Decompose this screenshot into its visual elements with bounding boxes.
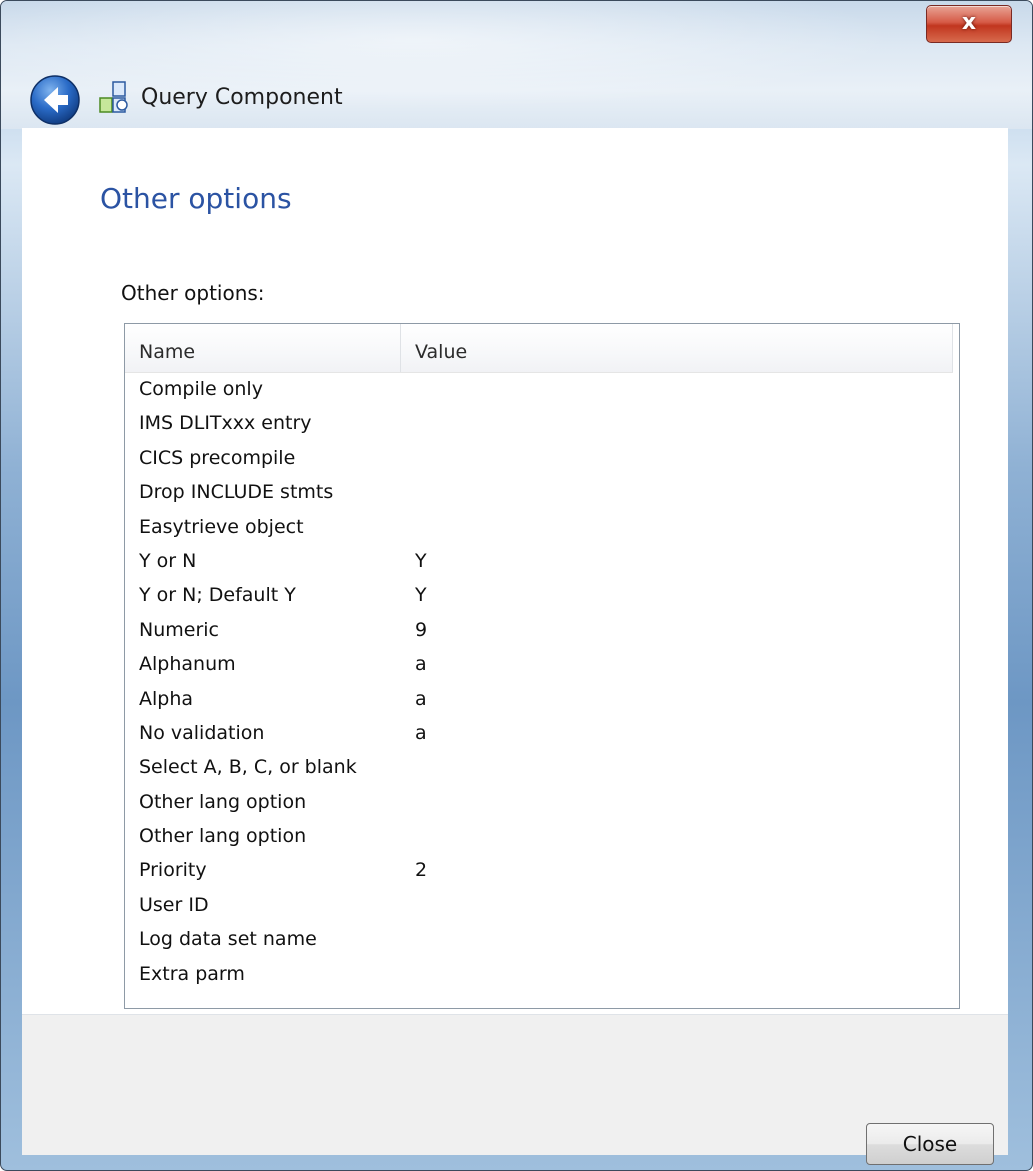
column-header-name-label: Name <box>139 341 196 363</box>
column-header-value-label: Value <box>415 341 468 363</box>
list-item[interactable]: Select A, B, C, or blank <box>125 750 957 784</box>
option-name: No validation <box>139 721 265 744</box>
list-item[interactable]: Priority 2 <box>125 853 957 887</box>
list-item[interactable]: Easytrieve object <box>125 510 957 544</box>
option-name: Compile only <box>139 378 263 400</box>
option-name: User ID <box>139 893 209 916</box>
close-icon: x <box>961 10 977 35</box>
list-rows: Compile only IMS DLITxxx entry CICS precom… <box>125 372 957 991</box>
option-name: Alphanum <box>139 653 236 676</box>
option-name: Other lang option <box>139 825 307 848</box>
close-button[interactable]: Close <box>866 1123 994 1165</box>
option-name: Select A, B, C, or blank <box>139 756 357 779</box>
list-item[interactable]: Alpha a <box>125 682 957 716</box>
option-name: Y or N; Default Y <box>139 584 296 607</box>
dialog-footer <box>22 1014 1008 1155</box>
list-item[interactable]: Other lang option <box>125 785 957 819</box>
option-name: Alpha <box>139 687 194 710</box>
back-arrow-icon <box>30 75 80 125</box>
option-name: IMS DLITxxx entry <box>139 412 312 435</box>
list-item[interactable]: Y or N; Default Y Y <box>125 578 957 612</box>
query-component-icon <box>99 81 131 115</box>
option-name: Easytrieve object <box>139 515 304 538</box>
option-value: 9 <box>415 618 428 641</box>
section-label: Other options: <box>121 281 265 305</box>
option-value: Y <box>415 549 427 572</box>
list-item[interactable]: Compile only <box>125 372 957 406</box>
list-item[interactable]: Numeric 9 <box>125 613 957 647</box>
list-item[interactable]: IMS DLITxxx entry <box>125 406 957 440</box>
column-header-value[interactable]: Value <box>401 324 953 372</box>
list-item[interactable]: User ID <box>125 888 957 922</box>
list-item[interactable]: Alphanum a <box>125 647 957 681</box>
back-button[interactable] <box>29 74 81 126</box>
option-value: Y <box>415 584 427 607</box>
window-close-button[interactable]: x <box>926 5 1012 43</box>
list-item[interactable]: Y or N Y <box>125 544 957 578</box>
option-value: a <box>415 653 427 676</box>
option-value: a <box>415 687 427 710</box>
list-header: Name Value <box>125 324 953 373</box>
option-name: Numeric <box>139 618 219 641</box>
list-item[interactable]: Log data set name <box>125 922 957 956</box>
list-item[interactable]: Other lang option <box>125 819 957 853</box>
option-name: Extra parm <box>139 962 245 985</box>
option-value: a <box>415 721 427 744</box>
column-header-name[interactable]: Name <box>125 324 401 372</box>
option-name: Y or N <box>139 549 197 572</box>
list-item[interactable]: Extra parm <box>125 957 957 991</box>
option-name: Other lang option <box>139 790 307 813</box>
option-value: 2 <box>415 859 428 882</box>
option-name: Log data set name <box>139 928 317 951</box>
option-name: Priority <box>139 859 207 882</box>
option-name: Drop INCLUDE stmts <box>139 481 334 504</box>
option-name: CICS precompile <box>139 446 296 469</box>
options-list[interactable]: Name Value Compile only IMS DLITxxx entry… <box>124 323 960 1009</box>
list-item[interactable]: No validation a <box>125 716 957 750</box>
window-title: Query Component <box>141 85 343 110</box>
list-item[interactable]: CICS precompile <box>125 441 957 475</box>
list-item[interactable]: Drop INCLUDE stmts <box>125 475 957 509</box>
page-heading: Other options <box>100 182 292 215</box>
